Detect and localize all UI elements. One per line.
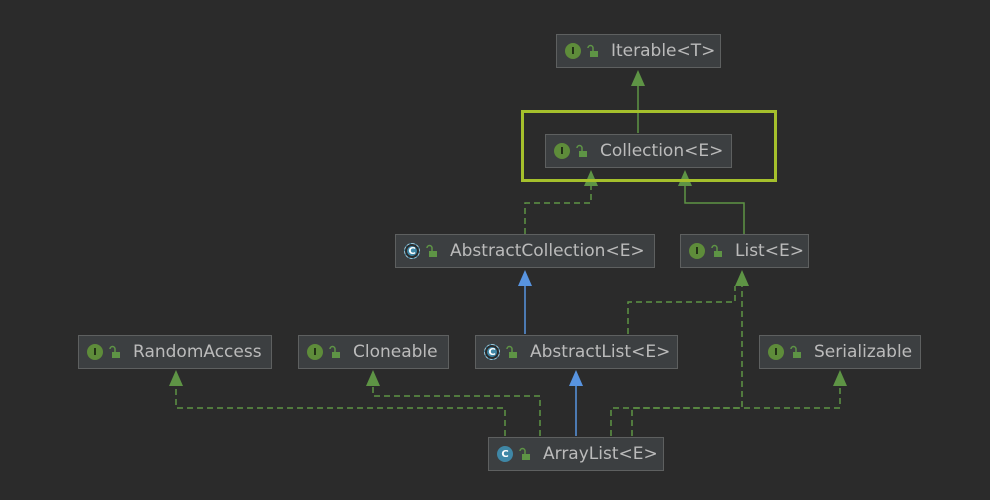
node-array-list[interactable]: C ArrayList<E> [488,437,664,471]
node-label: Iterable<T> [611,41,716,61]
node-abstract-list[interactable]: C AbstractList<E> [475,335,678,369]
abstract-class-icon: C [484,344,500,360]
node-label: Cloneable [353,342,438,362]
interface-icon: I [307,344,323,360]
arrowhead-iterable [631,70,645,86]
interface-icon: I [565,43,581,59]
abstract-class-icon: C [404,243,420,259]
arrowhead-list [735,270,749,286]
node-list[interactable]: I List<E> [680,234,809,268]
arrowhead-abstractlist [569,370,583,386]
node-collection[interactable]: I Collection<E> [545,134,732,168]
class-icon: C [497,446,513,462]
unlocked-icon [519,447,530,460]
interface-icon: I [554,143,570,159]
arrowhead-serializable [833,370,847,386]
node-label: ArrayList<E> [543,444,658,464]
arrowhead-abstractcollection [518,270,532,286]
unlocked-icon [587,44,598,57]
node-label: Serializable [814,342,913,362]
node-label: List<E> [735,241,804,261]
node-abstract-collection[interactable]: C AbstractCollection<E> [395,234,655,268]
unlocked-icon [711,244,722,257]
edge-arraylist-randomaccess [175,386,506,436]
edge-list-collection [684,186,745,234]
unlocked-icon [506,345,517,358]
node-label: AbstractCollection<E> [450,241,645,261]
unlocked-icon [790,345,801,358]
node-label: Collection<E> [600,141,724,161]
class-diagram: I Iterable<T> I Collection<E> C Abstract… [0,0,990,500]
edge-arraylist-cloneable [372,386,541,436]
node-label: RandomAccess [133,342,262,362]
interface-icon: I [689,243,705,259]
interface-icon: I [87,344,103,360]
edge-abstractlist-list [627,286,736,334]
edge-arraylist-serializable [631,386,841,436]
arrowhead-cloneable [366,370,380,386]
node-iterable[interactable]: I Iterable<T> [556,34,721,68]
unlocked-icon [329,345,340,358]
unlocked-icon [426,244,437,257]
node-label: AbstractList<E> [530,342,671,362]
arrowhead-randomaccess [169,370,183,386]
node-serializable[interactable]: I Serializable [759,335,921,369]
interface-icon: I [768,344,784,360]
node-random-access[interactable]: I RandomAccess [78,335,272,369]
edge-abstractcollection-collection [524,186,592,234]
unlocked-icon [576,144,587,157]
unlocked-icon [109,345,120,358]
node-cloneable[interactable]: I Cloneable [298,335,449,369]
